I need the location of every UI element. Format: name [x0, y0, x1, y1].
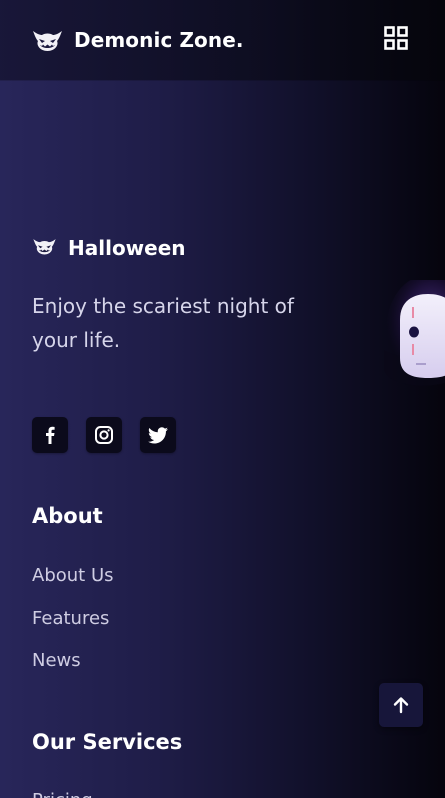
pricing-link[interactable]: Pricing	[32, 790, 93, 798]
footer-brand: Halloween	[32, 236, 186, 260]
back-to-top-button[interactable]	[379, 683, 423, 727]
about-us-link[interactable]: About Us	[32, 565, 114, 608]
our-services-heading: Our Services	[32, 730, 183, 754]
grid-menu-icon[interactable]	[384, 26, 408, 50]
site-logo[interactable]: Demonic Zone.	[32, 27, 244, 53]
demon-face-icon	[32, 27, 63, 53]
social-links	[32, 417, 194, 453]
demon-face-icon	[32, 236, 57, 260]
arrow-up-icon	[392, 696, 410, 714]
twitter-icon	[148, 426, 168, 444]
about-links-list: About Us Features News	[32, 565, 114, 693]
news-link[interactable]: News	[32, 650, 114, 693]
facebook-icon	[45, 426, 55, 444]
top-header: Demonic Zone.	[0, 0, 445, 80]
twitter-button[interactable]	[140, 417, 176, 453]
instagram-button[interactable]	[86, 417, 122, 453]
facebook-button[interactable]	[32, 417, 68, 453]
footer-tagline: Enjoy the scariest night of your life.	[32, 294, 294, 352]
features-link[interactable]: Features	[32, 608, 114, 651]
site-title: Demonic Zone.	[74, 28, 244, 52]
about-heading: About	[32, 504, 103, 528]
footer-brand-title: Halloween	[68, 236, 186, 260]
instagram-icon	[95, 426, 113, 444]
masked-ghost-icon	[378, 280, 445, 390]
